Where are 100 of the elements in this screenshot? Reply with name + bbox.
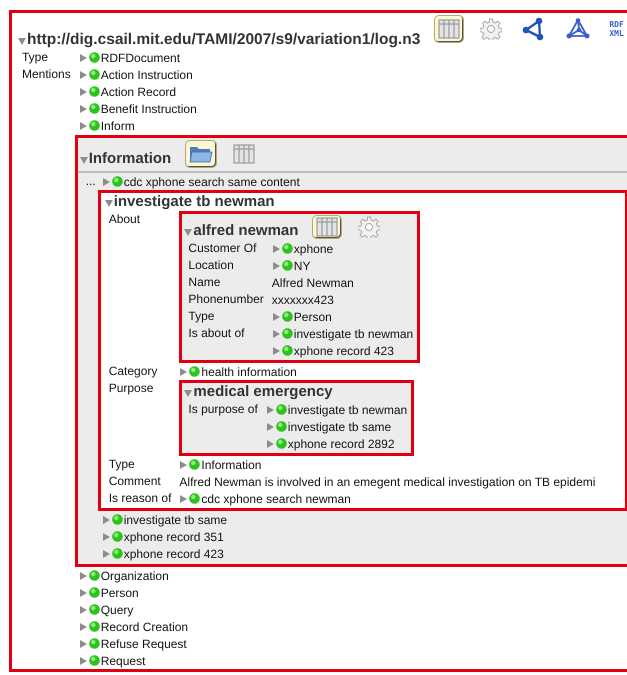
resource-link[interactable]: NY [294, 258, 310, 272]
bullet-icon [88, 69, 100, 80]
expand-icon[interactable] [272, 330, 280, 338]
resource-link[interactable]: Information [201, 458, 262, 472]
resource-link[interactable]: Action Instruction [100, 68, 193, 82]
bullet-icon [112, 514, 123, 525]
resource-link[interactable]: investigate tb newman [288, 402, 408, 416]
table-view-button[interactable] [434, 15, 464, 43]
expand-icon[interactable] [78, 88, 87, 96]
bullet-icon [189, 493, 200, 504]
resource-link[interactable]: xphone record 423 [124, 546, 224, 560]
expand-icon[interactable] [102, 532, 110, 540]
property-label: Type [22, 50, 48, 64]
resource-link[interactable]: Organization [100, 568, 169, 582]
bullet-icon [112, 531, 123, 542]
resource-link[interactable]: xphone [294, 242, 334, 256]
expand-icon[interactable] [266, 440, 274, 448]
bullet-icon [88, 621, 100, 632]
bullet-icon [282, 260, 293, 271]
expand-icon[interactable] [78, 588, 87, 596]
panel-title: http://dig.csail.mit.edu/TAMI/2007/s9/variation1/log.n3 [27, 31, 420, 49]
property-label: Purpose [108, 381, 154, 395]
panel-title: Information [88, 150, 172, 168]
resource-link[interactable]: investigate tb same [124, 512, 228, 526]
expand-icon[interactable] [102, 550, 110, 558]
resource-link[interactable]: Person [294, 310, 332, 324]
property-label: Name [188, 275, 220, 289]
property-label: Is reason of [108, 491, 172, 505]
table-view-button[interactable] [312, 215, 342, 239]
expand-icon[interactable] [78, 122, 87, 130]
expand-icon[interactable] [78, 70, 87, 78]
grid-icon [438, 19, 460, 39]
property-label: Is purpose of [188, 402, 258, 416]
resource-link[interactable]: Refuse Request [100, 636, 187, 650]
bullet-icon [282, 243, 293, 254]
bullet-icon [88, 86, 100, 97]
bullet-icon [88, 570, 100, 581]
expand-icon[interactable] [78, 104, 87, 112]
resource-link[interactable]: cdc xphone search newman [201, 492, 351, 506]
expand-icon[interactable] [102, 178, 110, 186]
resource-link[interactable]: RDFDocument [100, 50, 180, 64]
expand-icon[interactable] [78, 656, 87, 664]
expand-icon[interactable] [78, 640, 87, 648]
bullet-icon [189, 366, 200, 377]
collapse-icon[interactable] [184, 228, 192, 236]
grid-icon [316, 217, 338, 237]
resource-link[interactable]: Benefit Instruction [100, 102, 197, 116]
resource-link[interactable]: Person [100, 586, 139, 600]
bullet-icon [88, 587, 100, 598]
expand-icon[interactable] [179, 460, 188, 468]
panel-title: medical emergency [193, 383, 333, 401]
panel-title: investigate tb newman [114, 193, 275, 211]
resource-link[interactable]: investigate tb newman [294, 326, 414, 340]
panel-title: alfred newman [193, 222, 298, 240]
expand-icon[interactable] [179, 368, 188, 376]
ellipsis-marker[interactable]: ... [86, 174, 96, 188]
bullet-icon [276, 404, 287, 415]
expand-icon[interactable] [78, 54, 87, 62]
molecule-graph-icon [566, 18, 590, 40]
resource-link[interactable]: xphone record 2892 [288, 436, 395, 450]
expand-icon[interactable] [78, 572, 87, 580]
resource-link[interactable]: investigate tb same [288, 420, 392, 434]
folder-view-button[interactable] [185, 140, 218, 168]
collapse-icon[interactable] [80, 156, 88, 164]
collapse-icon[interactable] [104, 199, 113, 207]
collapse-icon[interactable] [184, 389, 192, 397]
resource-link[interactable]: health information [201, 364, 297, 378]
property-label: Mentions [22, 67, 71, 81]
resource-link[interactable]: Query [100, 602, 134, 616]
expand-icon[interactable] [272, 262, 280, 270]
resource-link[interactable]: xphone record 351 [124, 530, 224, 544]
rdf-xml-button[interactable]: RDF XML [606, 19, 627, 39]
collapse-icon[interactable] [18, 37, 26, 45]
expand-icon[interactable] [272, 312, 280, 320]
bullet-icon [282, 345, 293, 356]
bullet-icon [112, 176, 123, 187]
gear-icon [480, 18, 502, 40]
expand-icon[interactable] [78, 606, 87, 614]
resource-link[interactable]: xphone record 423 [294, 344, 394, 358]
resource-link[interactable]: Record Creation [100, 620, 188, 634]
expand-icon[interactable] [266, 422, 274, 430]
property-label: Category [108, 364, 158, 378]
resource-link[interactable]: Inform [100, 118, 135, 132]
expand-icon[interactable] [78, 622, 87, 630]
expand-icon[interactable] [272, 346, 280, 354]
expand-icon[interactable] [179, 494, 188, 502]
bullet-icon [276, 421, 287, 432]
property-label: About [108, 212, 140, 226]
bullet-icon [88, 604, 100, 615]
property-label: Customer Of [188, 241, 256, 255]
expand-icon[interactable] [272, 244, 280, 252]
resource-link[interactable]: Action Record [100, 84, 176, 98]
resource-link[interactable]: cdc xphone search same content [124, 174, 300, 188]
expand-icon[interactable] [102, 516, 110, 524]
bullet-icon [282, 311, 293, 322]
bullet-icon [88, 52, 100, 63]
expand-icon[interactable] [266, 406, 274, 414]
property-label: Location [188, 258, 234, 272]
bullet-icon [88, 103, 100, 114]
resource-link[interactable]: Request [100, 654, 146, 668]
